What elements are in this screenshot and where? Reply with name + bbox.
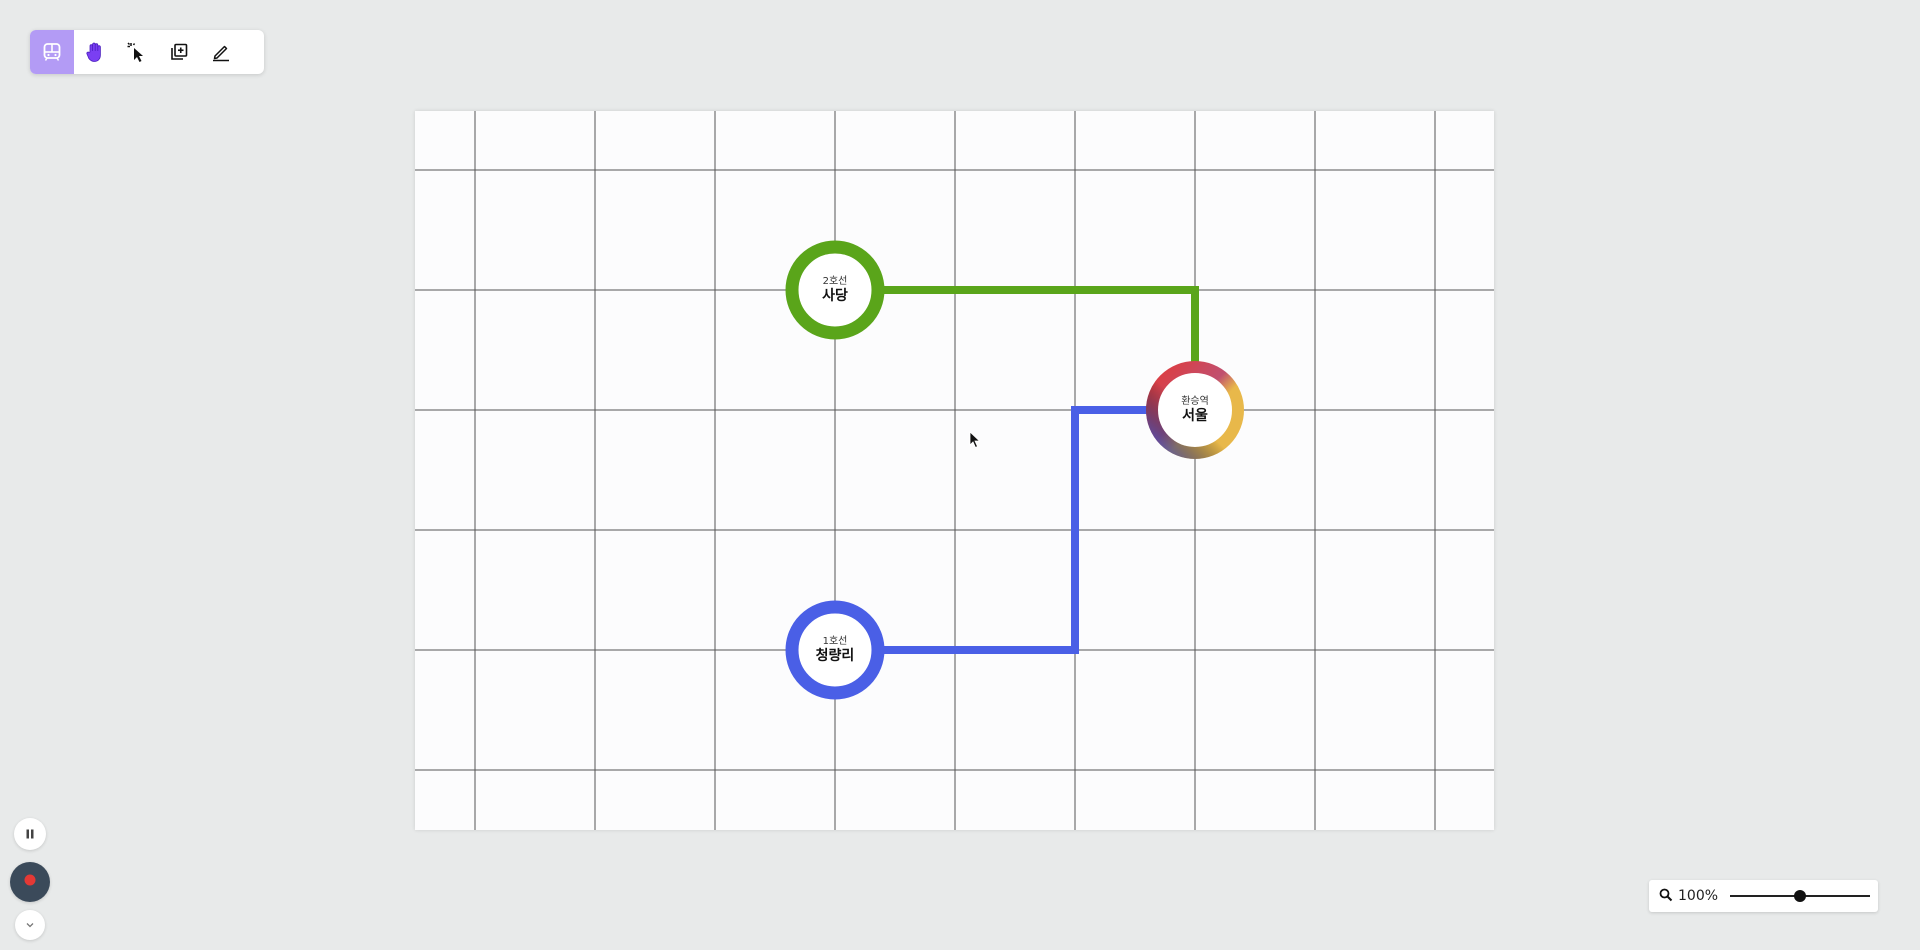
- station-name: 청량리: [815, 647, 855, 664]
- hand-icon: [85, 41, 105, 63]
- hand-tool-button[interactable]: [74, 30, 116, 74]
- record-button[interactable]: [10, 862, 50, 902]
- chevron-down-icon: [24, 916, 36, 935]
- add-layer-icon: [169, 42, 189, 62]
- select-tool-button[interactable]: [116, 30, 158, 74]
- station-line-label: 환승역: [1181, 396, 1209, 408]
- metro-icon: [42, 42, 62, 62]
- zoom-label: 100%: [1678, 888, 1719, 904]
- pause-icon: [24, 825, 36, 844]
- select-cursor-icon: [126, 41, 148, 63]
- toolbar: [30, 30, 264, 74]
- mouse-cursor-icon: [969, 431, 981, 453]
- zoom-slider[interactable]: [1730, 888, 1870, 904]
- zoom-control: 100%: [1649, 880, 1878, 912]
- metro-tool-button[interactable]: [30, 30, 74, 74]
- expand-button[interactable]: [15, 910, 45, 940]
- add-layer-tool-button[interactable]: [158, 30, 200, 74]
- pause-button[interactable]: [14, 818, 46, 850]
- search-icon: [1659, 887, 1673, 906]
- record-icon: [22, 872, 38, 892]
- station-seoul[interactable]: 환승역 서울: [1155, 396, 1235, 424]
- app-root: 2호선 사당 환승역 서울 1호선 청량리 100%: [0, 0, 1920, 950]
- grid-and-lines: [415, 111, 1494, 830]
- grid: [415, 111, 1494, 830]
- station-line-label: 2호선: [822, 276, 848, 288]
- station-name: 서울: [1182, 407, 1208, 424]
- map-canvas[interactable]: 2호선 사당 환승역 서울 1호선 청량리: [415, 111, 1494, 830]
- line-2-path: [835, 286, 1199, 366]
- station-cheongnyangni[interactable]: 1호선 청량리: [795, 636, 875, 664]
- pencil-tool-button[interactable]: [200, 30, 242, 74]
- station-line-label: 1호선: [822, 636, 848, 648]
- zoom-slider-thumb[interactable]: [1794, 890, 1806, 902]
- station-sadang[interactable]: 2호선 사당: [795, 276, 875, 304]
- station-name: 사당: [822, 287, 848, 304]
- pencil-icon: [211, 42, 231, 62]
